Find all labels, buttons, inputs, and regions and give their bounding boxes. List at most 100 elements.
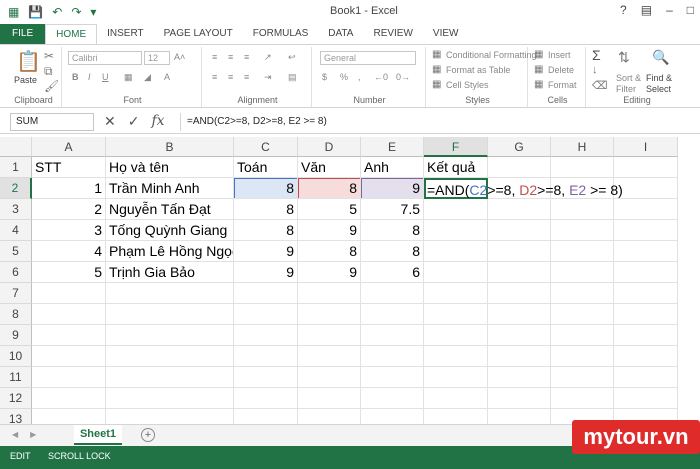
format-icon[interactable]: ▦ — [534, 79, 543, 90]
grid-cell[interactable] — [551, 220, 614, 241]
font-size-select[interactable]: 12 — [144, 51, 170, 65]
grid-cell[interactable] — [361, 388, 424, 409]
grid-cell[interactable] — [32, 346, 106, 367]
italic-icon[interactable]: I — [88, 72, 91, 82]
row-header-9[interactable]: 9 — [0, 325, 32, 346]
column-header-i[interactable]: I — [614, 137, 678, 157]
insert-icon[interactable]: ▦ — [534, 49, 543, 60]
grid-cell[interactable] — [32, 367, 106, 388]
align-left-icon[interactable]: ≡ — [212, 72, 217, 82]
add-sheet-icon[interactable]: + — [141, 428, 155, 442]
grid-cell[interactable] — [551, 346, 614, 367]
fill-icon[interactable]: ↓ — [592, 64, 598, 76]
grid-cell[interactable] — [424, 304, 488, 325]
grid-cell[interactable] — [298, 304, 361, 325]
grid-cell[interactable] — [361, 367, 424, 388]
help-icon[interactable]: ? — [620, 3, 627, 17]
border-icon[interactable]: ▦ — [124, 72, 133, 83]
cell-a4[interactable]: 3 — [32, 220, 106, 241]
comma-icon[interactable]: , — [358, 72, 361, 82]
grid-cell[interactable] — [488, 262, 551, 283]
grid-cell[interactable] — [424, 241, 488, 262]
select-all-corner[interactable] — [0, 137, 32, 157]
grid-cell[interactable] — [551, 325, 614, 346]
cell-b3[interactable]: Nguyễn Tấn Đạt — [106, 199, 234, 220]
cell-d3[interactable]: 5 — [298, 199, 361, 220]
underline-icon[interactable]: U — [102, 72, 109, 82]
grid-cell[interactable] — [614, 157, 678, 178]
grid-cell[interactable] — [106, 367, 234, 388]
decrease-decimal-icon[interactable]: 0→ — [396, 72, 410, 82]
grid-cell[interactable] — [488, 325, 551, 346]
cell-d5[interactable]: 8 — [298, 241, 361, 262]
grid-cell[interactable] — [298, 367, 361, 388]
column-header-h[interactable]: H — [551, 137, 614, 157]
paste-button[interactable]: Paste — [14, 75, 37, 85]
grow-font-icon[interactable]: A˄ — [174, 52, 185, 62]
grid-cell[interactable] — [424, 325, 488, 346]
column-header-a[interactable]: A — [32, 137, 106, 157]
tab-review[interactable]: REVIEW — [363, 24, 422, 44]
format-painter-icon[interactable]: 🖌 — [44, 79, 59, 93]
currency-icon[interactable]: $ — [322, 72, 327, 82]
grid-cell[interactable] — [234, 388, 298, 409]
grid-cell[interactable] — [488, 367, 551, 388]
cell-c1[interactable]: Toán — [234, 157, 298, 178]
grid-cell[interactable] — [488, 199, 551, 220]
copy-icon[interactable]: ⧉ — [44, 64, 53, 79]
row-header-11[interactable]: 11 — [0, 367, 32, 388]
cell-b4[interactable]: Tống Quỳnh Giang — [106, 220, 234, 241]
grid-cell[interactable] — [298, 388, 361, 409]
grid-cell[interactable] — [488, 346, 551, 367]
conditional-formatting-button[interactable]: Conditional Formatting — [446, 50, 537, 60]
cell-c2[interactable]: 8 — [234, 178, 298, 199]
formula-input[interactable]: =AND(C2>=8, D2>=8, E2 >= 8) — [180, 113, 690, 131]
cell-d1[interactable]: Văn — [298, 157, 361, 178]
next-sheet-icon[interactable]: ▶ — [30, 430, 36, 439]
grid-cell[interactable] — [614, 241, 678, 262]
cell-b6[interactable]: Trịnh Gia Bảo — [106, 262, 234, 283]
tab-page-layout[interactable]: PAGE LAYOUT — [154, 24, 243, 44]
cancel-icon[interactable]: ✕ — [104, 113, 116, 130]
grid-cell[interactable] — [488, 157, 551, 178]
cell-a1[interactable]: STT — [32, 157, 106, 178]
grid-cell[interactable] — [298, 283, 361, 304]
row-header-3[interactable]: 3 — [0, 199, 32, 220]
grid-cell[interactable] — [32, 325, 106, 346]
delete-icon[interactable]: ▦ — [534, 64, 543, 75]
tab-formulas[interactable]: FORMULAS — [243, 24, 319, 44]
grid-cell[interactable] — [614, 388, 678, 409]
grid-cell[interactable] — [424, 220, 488, 241]
cell-e2[interactable]: 9 — [361, 178, 424, 199]
align-top-icon[interactable]: ≡ — [212, 52, 217, 62]
cell-c6[interactable]: 9 — [234, 262, 298, 283]
grid-cell[interactable] — [298, 325, 361, 346]
orientation-icon[interactable]: ↗ — [264, 52, 272, 63]
grid-cell[interactable] — [551, 241, 614, 262]
grid-cell[interactable] — [361, 325, 424, 346]
grid-cell[interactable] — [551, 283, 614, 304]
grid-cell[interactable] — [424, 346, 488, 367]
grid-cell[interactable] — [106, 304, 234, 325]
grid-cell[interactable] — [234, 367, 298, 388]
grid-cell[interactable] — [106, 346, 234, 367]
cell-b1[interactable]: Họ và tên — [106, 157, 234, 178]
bold-icon[interactable]: B — [72, 72, 79, 82]
grid-cell[interactable] — [488, 304, 551, 325]
font-color-icon[interactable]: A — [164, 72, 170, 82]
grid-cell[interactable] — [234, 304, 298, 325]
cell-styles-icon[interactable]: ▦ — [432, 79, 441, 90]
grid-cell[interactable] — [32, 283, 106, 304]
grid-cell[interactable] — [614, 325, 678, 346]
row-header-5[interactable]: 5 — [0, 241, 32, 262]
grid-cell[interactable] — [488, 388, 551, 409]
grid-cell[interactable] — [424, 283, 488, 304]
autosum-icon[interactable]: Σ — [592, 47, 601, 63]
grid-cell[interactable] — [614, 346, 678, 367]
cell-a6[interactable]: 5 — [32, 262, 106, 283]
cell-d6[interactable]: 9 — [298, 262, 361, 283]
grid-cell[interactable] — [551, 304, 614, 325]
grid-cell[interactable] — [551, 367, 614, 388]
column-header-d[interactable]: D — [298, 137, 361, 157]
tab-insert[interactable]: INSERT — [97, 24, 154, 44]
